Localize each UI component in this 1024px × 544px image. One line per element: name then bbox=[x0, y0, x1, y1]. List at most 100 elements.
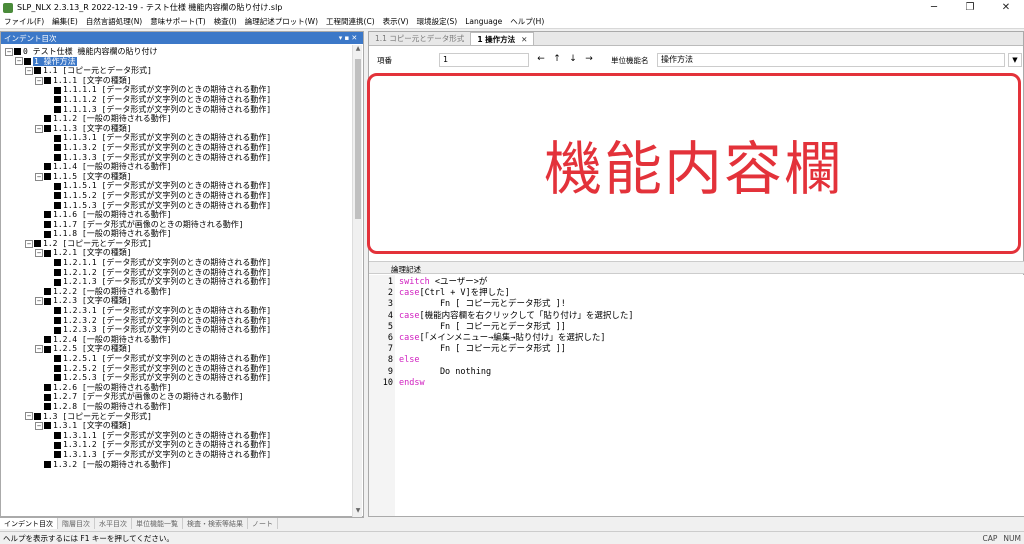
collapse-toggle-icon[interactable]: − bbox=[5, 47, 13, 56]
tree-row[interactable]: 1.2.1.3 [データ形式が文字列のときの期待される動作] bbox=[1, 277, 353, 287]
tree-row[interactable]: − 0 テスト仕様 機能内容欄の貼り付け bbox=[1, 47, 353, 57]
right-arrow-icon[interactable]: → bbox=[581, 53, 597, 67]
item-number-field[interactable]: 1 bbox=[439, 53, 529, 67]
down-arrow-icon[interactable]: ↓ bbox=[565, 53, 581, 67]
menu-item[interactable]: 表示(V) bbox=[379, 16, 413, 27]
tree-row[interactable]: 1.1.1.1 [データ形式が文字列のときの期待される動作] bbox=[1, 85, 353, 95]
vertical-scrollbar[interactable]: ▲ ▼ bbox=[352, 45, 362, 517]
bottom-tab[interactable]: 階層目次 bbox=[58, 518, 95, 529]
tree-row[interactable]: 1.1.6 [一般の期待される動作] bbox=[1, 210, 353, 220]
up-arrow-icon[interactable]: ↑ bbox=[549, 53, 565, 67]
tree-row[interactable]: 1.3.1.3 [データ形式が文字列のときの期待される動作] bbox=[1, 450, 353, 460]
tree-row[interactable]: 1.1.5.2 [データ形式が文字列のときの期待される動作] bbox=[1, 191, 353, 201]
tree-row[interactable]: 1.1.7 [データ形式が画像のときの期待される動作] bbox=[1, 220, 353, 230]
tree-row[interactable]: 1.1.1.3 [データ形式が文字列のときの期待される動作] bbox=[1, 105, 353, 115]
tree-row[interactable]: 1.1.3.3 [データ形式が文字列のときの期待される動作] bbox=[1, 153, 353, 163]
tree-row[interactable]: − 1 操作方法 bbox=[1, 56, 353, 67]
collapse-toggle-icon[interactable]: − bbox=[35, 297, 43, 306]
code-line[interactable]: case[「メインメニュー→編集→貼り付け」を選択した] bbox=[399, 333, 633, 344]
bottom-tab[interactable]: 検査・検索等結果 bbox=[183, 518, 248, 529]
tree-row[interactable]: 1.2.1.2 [データ形式が文字列のときの期待される動作] bbox=[1, 268, 353, 278]
tree-row[interactable]: 1.2.3.3 [データ形式が文字列のときの期待される動作] bbox=[1, 325, 353, 335]
tree-row[interactable]: 1.2.5.3 [データ形式が文字列のときの期待される動作] bbox=[1, 373, 353, 383]
scroll-thumb[interactable] bbox=[355, 59, 361, 219]
menu-item[interactable]: 論理記述プロット(W) bbox=[241, 16, 322, 27]
tree-row[interactable]: − 1.2.1 [文字の種類] bbox=[1, 248, 353, 258]
code-line[interactable]: else bbox=[399, 355, 633, 366]
menu-item[interactable]: ヘルプ(H) bbox=[506, 16, 548, 27]
collapse-toggle-icon[interactable]: − bbox=[35, 249, 43, 258]
restore-icon[interactable]: ❐ bbox=[952, 0, 988, 15]
close-icon[interactable]: ✕ bbox=[988, 0, 1024, 15]
bottom-tab[interactable]: 単位機能一覧 bbox=[132, 518, 183, 529]
pane-controls[interactable]: ▾ ▪ ✕ bbox=[333, 34, 363, 42]
collapse-toggle-icon[interactable]: − bbox=[35, 172, 43, 181]
tree-row[interactable]: 1.2.8 [一般の期待される動作] bbox=[1, 402, 353, 412]
tree-row[interactable]: 1.2.2 [一般の期待される動作] bbox=[1, 287, 353, 297]
code-line[interactable]: Fn [ コピー元とデータ形式 ]] bbox=[399, 344, 633, 355]
tree-row[interactable]: 1.3.2 [一般の期待される動作] bbox=[1, 460, 353, 470]
tree-row[interactable]: 1.1.5.3 [データ形式が文字列のときの期待される動作] bbox=[1, 201, 353, 211]
tree-row[interactable]: − 1.3 [コピー元とデータ形式] bbox=[1, 412, 353, 422]
logic-code-editor[interactable]: 1 2 3 4 5 6 7 8 9 10 switch <ユーザー>が case[Ctrl + V]… bbox=[369, 275, 1024, 516]
tree-row[interactable]: 1.2.4 [一般の期待される動作] bbox=[1, 335, 353, 345]
menu-item[interactable]: Language bbox=[461, 17, 506, 26]
tree-view[interactable]: −0 テスト仕様 機能内容欄の貼り付け −1 操作方法 −1.1 [コピー元とデータ… bbox=[1, 45, 353, 517]
function-content-area[interactable]: 機能内容欄 bbox=[367, 73, 1021, 254]
tree-row[interactable]: 1.2.5.1 [データ形式が文字列のときの期待される動作] bbox=[1, 354, 353, 364]
unit-name-field[interactable]: 操作方法 bbox=[657, 53, 1005, 67]
code-line[interactable]: Fn [ コピー元とデータ形式 ]] bbox=[399, 322, 633, 333]
menu-item[interactable]: 意味サポート(T) bbox=[146, 16, 209, 27]
bottom-tab[interactable]: ノート bbox=[248, 518, 278, 529]
tree-row[interactable]: − 1.1.5 [文字の種類] bbox=[1, 172, 353, 182]
minimize-icon[interactable]: ─ bbox=[916, 0, 952, 15]
tree-row[interactable]: 1.1.8 [一般の期待される動作] bbox=[1, 229, 353, 239]
tree-row[interactable]: 1.1.5.1 [データ形式が文字列のときの期待される動作] bbox=[1, 181, 353, 191]
collapse-toggle-icon[interactable]: − bbox=[25, 239, 33, 248]
collapse-toggle-icon[interactable]: − bbox=[25, 66, 33, 75]
tree-row[interactable]: − 1.1 [コピー元とデータ形式] bbox=[1, 66, 353, 76]
menu-item[interactable]: 自然言語処理(N) bbox=[82, 16, 146, 27]
tree-row[interactable]: 1.2.3.1 [データ形式が文字列のときの期待される動作] bbox=[1, 306, 353, 316]
tree-row[interactable]: 1.2.7 [データ形式が画像のときの期待される動作] bbox=[1, 392, 353, 402]
collapse-toggle-icon[interactable]: − bbox=[25, 412, 33, 421]
collapse-toggle-icon[interactable]: − bbox=[35, 421, 43, 430]
tree-row[interactable]: − 1.2.5 [文字の種類] bbox=[1, 344, 353, 354]
code-line[interactable]: Do nothing bbox=[399, 367, 633, 378]
tree-row[interactable]: 1.1.4 [一般の期待される動作] bbox=[1, 162, 353, 172]
tree-row[interactable]: 1.3.1.1 [データ形式が文字列のときの期待される動作] bbox=[1, 431, 353, 441]
code-line[interactable]: Fn [ コピー元とデータ形式 ]! bbox=[399, 299, 633, 310]
document-tab[interactable]: 1 操作方法 ✕ bbox=[470, 32, 535, 45]
tree-row[interactable]: 1.2.6 [一般の期待される動作] bbox=[1, 383, 353, 393]
tree-row[interactable]: 1.2.5.2 [データ形式が文字列のときの期待される動作] bbox=[1, 364, 353, 374]
menu-item[interactable]: 編集(E) bbox=[48, 16, 82, 27]
bottom-tab[interactable]: 水平目次 bbox=[95, 518, 132, 529]
collapse-toggle-icon[interactable]: − bbox=[15, 57, 23, 66]
scroll-down-icon[interactable]: ▼ bbox=[353, 507, 363, 517]
tree-row[interactable]: − 1.1.3 [文字の種類] bbox=[1, 124, 353, 134]
menu-item[interactable]: 工程間連携(C) bbox=[322, 16, 379, 27]
menu-item[interactable]: 検査(I) bbox=[210, 16, 241, 27]
tree-row[interactable]: − 1.2.3 [文字の種類] bbox=[1, 296, 353, 306]
code-lines[interactable]: switch <ユーザー>が case[Ctrl + V]を押した] Fn [ コ… bbox=[399, 277, 633, 389]
code-line[interactable]: endsw bbox=[399, 378, 633, 389]
tree-row[interactable]: 1.1.3.2 [データ形式が文字列のときの期待される動作] bbox=[1, 143, 353, 153]
menu-item[interactable]: ファイル(F) bbox=[0, 16, 48, 27]
tree-row[interactable]: 1.1.1.2 [データ形式が文字列のときの期待される動作] bbox=[1, 95, 353, 105]
code-line[interactable]: switch <ユーザー>が bbox=[399, 277, 633, 288]
menu-item[interactable]: 環境設定(S) bbox=[413, 16, 462, 27]
tree-row[interactable]: − 1.1.1 [文字の種類] bbox=[1, 76, 353, 86]
tree-row[interactable]: 1.1.3.1 [データ形式が文字列のときの期待される動作] bbox=[1, 133, 353, 143]
tree-row[interactable]: 1.3.1.2 [データ形式が文字列のときの期待される動作] bbox=[1, 440, 353, 450]
tree-row[interactable]: − 1.3.1 [文字の種類] bbox=[1, 421, 353, 431]
scroll-up-icon[interactable]: ▲ bbox=[353, 45, 363, 55]
tree-row[interactable]: 1.2.3.2 [データ形式が文字列のときの期待される動作] bbox=[1, 316, 353, 326]
tree-row[interactable]: 1.2.1.1 [データ形式が文字列のときの期待される動作] bbox=[1, 258, 353, 268]
unit-dropdown-icon[interactable]: ▼ bbox=[1008, 53, 1022, 67]
code-line[interactable]: case[Ctrl + V]を押した] bbox=[399, 288, 633, 299]
document-tab[interactable]: 1.1 コピー元とデータ形式 bbox=[369, 32, 470, 45]
collapse-toggle-icon[interactable]: − bbox=[35, 124, 43, 133]
collapse-toggle-icon[interactable]: − bbox=[35, 76, 43, 85]
code-line[interactable]: case[機能内容欄を右クリックして「貼り付け」を選択した] bbox=[399, 311, 633, 322]
collapse-toggle-icon[interactable]: − bbox=[35, 345, 43, 354]
